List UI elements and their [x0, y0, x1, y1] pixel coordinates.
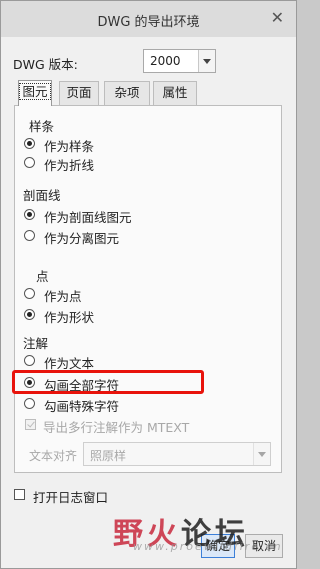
watermark-url: www.proewildfire.cn [133, 540, 283, 553]
hatch-header: 剖面线 [23, 188, 61, 203]
radio-button[interactable] [24, 398, 35, 409]
radio-button[interactable] [24, 230, 35, 241]
version-select[interactable]: 2000 [143, 49, 216, 73]
radio-button[interactable] [24, 209, 35, 220]
tab-page[interactable]: 页面 [59, 81, 99, 105]
tab-entities[interactable]: 图元 [18, 80, 52, 106]
log-window-label: 打开日志窗口 [33, 490, 109, 505]
text-align-label: 文本对齐 [29, 449, 78, 463]
point-header: 点 [36, 269, 49, 284]
chevron-down-icon[interactable] [198, 50, 215, 72]
text-align-select[interactable]: 照原样 [83, 442, 271, 466]
close-icon[interactable]: ✕ [271, 10, 284, 26]
export-dialog: DWG 的导出环境 ✕ DWG 版本: 2000 图元 页面 杂项 属性 样条 … [0, 0, 297, 569]
radio-label: 作为分离图元 [44, 231, 120, 246]
radio-label: 作为形状 [44, 310, 95, 325]
log-window-checkbox[interactable] [14, 489, 25, 500]
radio-button[interactable] [24, 138, 35, 149]
radio-button[interactable] [24, 309, 35, 320]
radio-button[interactable] [24, 355, 35, 366]
chevron-down-icon[interactable] [253, 443, 270, 465]
dialog-title: DWG 的导出环境 [97, 15, 200, 30]
radio-label: 作为点 [44, 289, 82, 304]
text-align-value: 照原样 [90, 449, 127, 463]
mtext-checkbox[interactable] [25, 419, 36, 430]
version-value: 2000 [150, 54, 181, 68]
version-label: DWG 版本: [13, 57, 78, 72]
radio-label: 作为剖面线图元 [44, 210, 132, 225]
title-bar: DWG 的导出环境 ✕ [1, 1, 296, 37]
radio-button[interactable] [24, 288, 35, 299]
tab-attributes[interactable]: 属性 [153, 81, 197, 105]
radio-label: 作为样条 [44, 139, 95, 154]
radio-label: 勾画特殊字符 [44, 399, 120, 414]
mtext-checkbox-label: 导出多行注解作为 MTEXT [43, 420, 190, 435]
tab-misc[interactable]: 杂项 [104, 81, 150, 105]
spline-header: 样条 [29, 119, 55, 134]
annotation-highlight-box [12, 370, 204, 394]
radio-button[interactable] [24, 157, 35, 168]
note-header: 注解 [23, 336, 49, 351]
radio-label: 作为折线 [44, 158, 95, 173]
